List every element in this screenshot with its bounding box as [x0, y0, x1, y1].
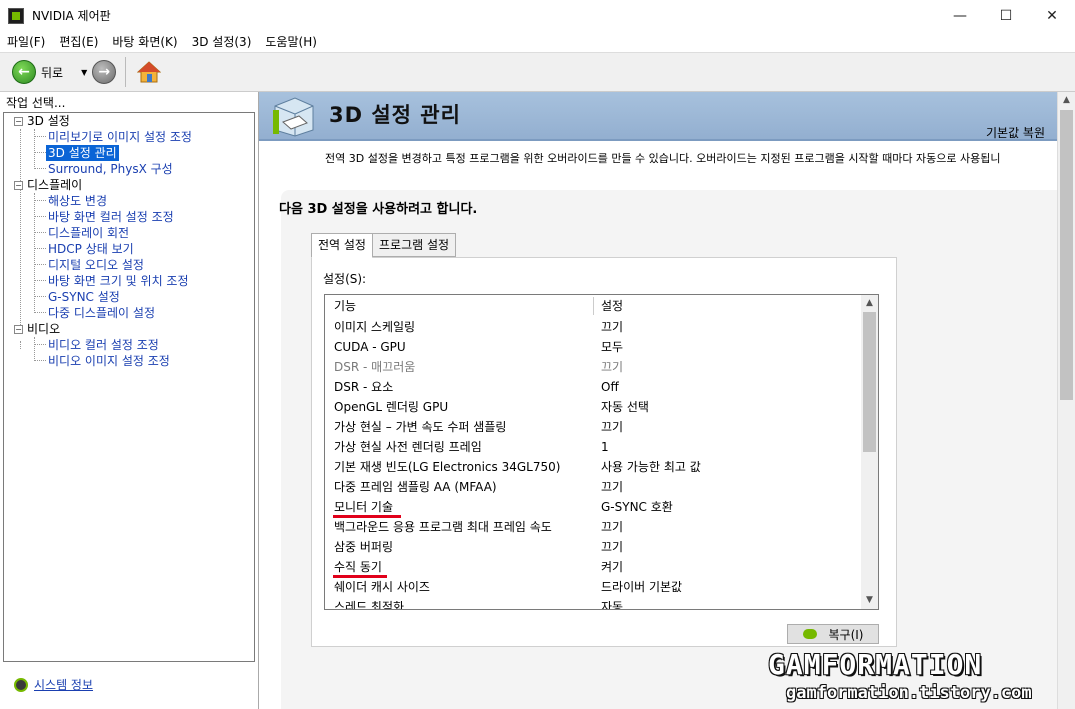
- column-header-setting[interactable]: 설정: [601, 295, 623, 317]
- tree-item-desktop-size-position[interactable]: 바탕 화면 크기 및 위치 조정: [48, 273, 189, 289]
- tab-program-settings[interactable]: 프로그램 설정: [371, 233, 457, 257]
- menu-3d-settings[interactable]: 3D 설정(3): [185, 33, 259, 50]
- column-header-feature[interactable]: 기능: [334, 295, 356, 317]
- settings-table: 기능 설정 이미지 스케일링 끄기 CUDA - GPU 모두 DSR - 매끄러움…: [324, 294, 879, 610]
- back-arrow-icon[interactable]: ←: [12, 60, 36, 84]
- settings-list-label: 설정(S):: [323, 272, 367, 286]
- table-row[interactable]: DSR - 요소 Off: [325, 377, 862, 397]
- collapse-icon[interactable]: −: [14, 325, 23, 334]
- title-bar: NVIDIA 제어판 — ☐ ✕: [0, 0, 1075, 31]
- toolbar: ← 뒤로 ▼ →: [0, 52, 1075, 92]
- collapse-icon[interactable]: −: [14, 181, 23, 190]
- page-header: 3D 설정 관리 기본값 복원: [259, 92, 1057, 141]
- nvidia-restore-icon: [802, 629, 817, 639]
- scroll-up-icon[interactable]: ▲: [1058, 92, 1075, 109]
- restore-button[interactable]: 복구(I): [787, 624, 879, 644]
- table-row[interactable]: 가상 현실 – 가변 속도 수퍼 샘플링 끄기: [325, 417, 862, 437]
- scrollbar-thumb[interactable]: [1060, 110, 1073, 400]
- table-row[interactable]: 삼중 버퍼링 끄기: [325, 537, 862, 557]
- page-title: 3D 설정 관리: [329, 103, 461, 127]
- tree-item-preview-image-settings[interactable]: 미리보기로 이미지 설정 조정: [48, 129, 192, 145]
- menu-desktop[interactable]: 바탕 화면(K): [105, 33, 184, 50]
- 3d-settings-icon: [271, 96, 317, 138]
- page-scrollbar[interactable]: ▲: [1057, 92, 1075, 709]
- main-panel: 3D 설정 관리 기본값 복원 전역 3D 설정을 변경하고 특정 프로그램을 …: [258, 92, 1057, 709]
- tree-item-change-resolution[interactable]: 해상도 변경: [48, 193, 107, 209]
- system-info-label[interactable]: 시스템 정보: [34, 676, 93, 693]
- tree-item-rotate-display[interactable]: 디스플레이 회전: [48, 225, 129, 241]
- window-title: NVIDIA 제어판: [32, 9, 111, 23]
- tree-item-manage-3d-settings[interactable]: 3D 설정 관리: [46, 145, 119, 161]
- table-row[interactable]: 백그라운드 응용 프로그램 최대 프레임 속도 끄기: [325, 517, 862, 537]
- tree-category-3d-settings[interactable]: −3D 설정: [14, 113, 70, 129]
- tree-item-hdcp-status[interactable]: HDCP 상태 보기: [48, 241, 134, 257]
- tree-item-surround-physx[interactable]: Surround, PhysX 구성: [48, 161, 173, 177]
- tree-item-video-image[interactable]: 비디오 이미지 설정 조정: [48, 353, 170, 369]
- scroll-up-icon[interactable]: ▲: [861, 295, 878, 312]
- tree-item-video-color[interactable]: 비디오 컬러 설정 조정: [48, 337, 159, 353]
- minimize-button[interactable]: —: [937, 0, 983, 31]
- home-icon[interactable]: [136, 59, 162, 85]
- restore-button-label: 복구(I): [828, 627, 864, 642]
- scrollbar-thumb[interactable]: [863, 312, 876, 452]
- table-row-monitor-technology[interactable]: 모니터 기술 G-SYNC 호환: [325, 497, 862, 517]
- back-button-label[interactable]: 뒤로: [41, 64, 63, 81]
- watermark-url: gamformation.tistory.com: [786, 683, 1032, 703]
- watermark-title: GAMFORMATION: [768, 648, 983, 681]
- restore-defaults-link[interactable]: 기본값 복원: [986, 124, 1045, 141]
- tree-item-gsync-settings[interactable]: G-SYNC 설정: [48, 289, 120, 305]
- table-scrollbar[interactable]: ▲ ▼: [861, 295, 878, 609]
- toolbar-separator: [125, 57, 127, 87]
- menu-help[interactable]: 도움말(H): [258, 33, 324, 50]
- system-info-link[interactable]: 시스템 정보: [14, 676, 93, 693]
- menu-edit[interactable]: 편집(E): [52, 33, 105, 50]
- table-row[interactable]: 가상 현실 사전 렌더링 프레임 1: [325, 437, 862, 457]
- table-row[interactable]: 다중 프레임 샘플링 AA (MFAA) 끄기: [325, 477, 862, 497]
- task-tree: −3D 설정 미리보기로 이미지 설정 조정 3D 설정 관리 Surround…: [3, 112, 255, 662]
- close-button[interactable]: ✕: [1029, 0, 1075, 31]
- back-history-dropdown-icon[interactable]: ▼: [81, 68, 87, 77]
- table-row[interactable]: DSR - 매끄러움 끄기: [325, 357, 862, 377]
- system-info-icon: [14, 677, 28, 692]
- maximize-button[interactable]: ☐: [983, 0, 1029, 31]
- task-select-label: 작업 선택...: [6, 96, 66, 110]
- table-row[interactable]: 쉐이더 캐시 사이즈 드라이버 기본값: [325, 577, 862, 597]
- table-row[interactable]: 기본 재생 빈도(LG Electronics 34GL750) 사용 가능한 최…: [325, 457, 862, 477]
- table-row[interactable]: CUDA - GPU 모두: [325, 337, 862, 357]
- page-description: 전역 3D 설정을 변경하고 특정 프로그램을 위한 오버라이드를 만들 수 있…: [325, 152, 1001, 165]
- section-title: 다음 3D 설정을 사용하려고 합니다.: [279, 202, 478, 217]
- tree-item-digital-audio[interactable]: 디지털 오디오 설정: [48, 257, 144, 273]
- scroll-down-icon[interactable]: ▼: [861, 592, 878, 609]
- table-row[interactable]: 이미지 스케일링 끄기: [325, 317, 862, 337]
- table-row[interactable]: OpenGL 렌더링 GPU 자동 선택: [325, 397, 862, 417]
- column-divider[interactable]: [593, 297, 594, 315]
- menu-bar: 파일(F) 편집(E) 바탕 화면(K) 3D 설정(3) 도움말(H): [0, 31, 1075, 51]
- tree-category-video[interactable]: − 비디오: [14, 321, 60, 337]
- nvidia-app-icon: [8, 7, 24, 24]
- collapse-icon[interactable]: −: [14, 117, 23, 126]
- tree-item-multiple-displays[interactable]: 다중 디스플레이 설정: [48, 305, 155, 321]
- table-row-vertical-sync[interactable]: 수직 동기 켜기: [325, 557, 862, 577]
- table-row[interactable]: 스레드 최적화 자동: [325, 597, 862, 609]
- tree-item-desktop-color[interactable]: 바탕 화면 컬러 설정 조정: [48, 209, 174, 225]
- tree-category-display[interactable]: − 디스플레이: [14, 177, 82, 193]
- tab-global-settings[interactable]: 전역 설정: [311, 233, 373, 258]
- forward-arrow-icon[interactable]: →: [92, 60, 117, 84]
- window-controls: — ☐ ✕: [937, 0, 1075, 31]
- settings-tabs: 전역 설정 프로그램 설정: [311, 233, 457, 258]
- menu-file[interactable]: 파일(F): [0, 33, 52, 50]
